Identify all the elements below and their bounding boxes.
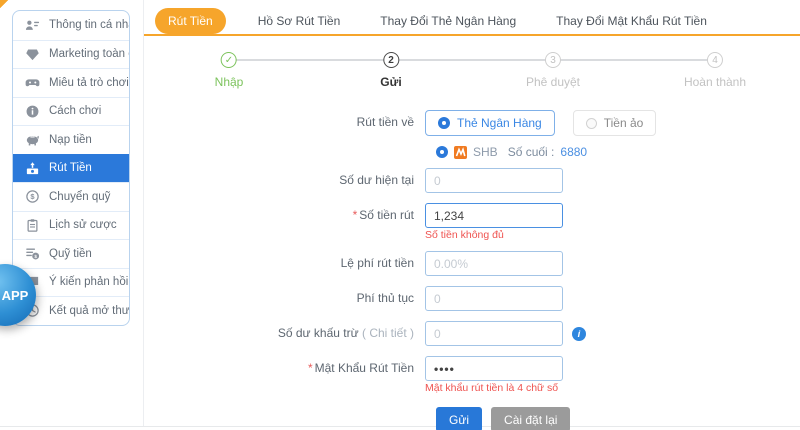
sidebar-item-label: Nạp tiền — [49, 134, 92, 146]
password-hint-message: Mật khẩu rút tiền là 4 chữ số — [425, 383, 563, 394]
bank-name: SHB — [473, 145, 498, 159]
shb-bank-logo-icon — [454, 146, 467, 159]
deduction-balance-label: Số dư khấu trừ ( Chi tiết ) — [144, 321, 425, 346]
withdraw-password-input[interactable] — [425, 356, 563, 381]
current-balance-input[interactable] — [425, 168, 563, 193]
withdrawal-page: Thông tin cá nhân Marketing toàn cầu Miê… — [0, 0, 800, 430]
bank-card-option[interactable]: Thẻ Ngân Hàng — [425, 110, 555, 136]
sidebar-item-label: Miêu tả trò chơi — [49, 77, 129, 89]
sidebar-item-label: Ý kiến phản hồi — [49, 276, 128, 288]
virtual-currency-option-label: Tiền ảo — [604, 116, 644, 130]
amount-error-message: Số tiền không đủ — [425, 230, 563, 241]
step-label: Gửi — [380, 75, 401, 89]
bank-last-digits: 6880 — [560, 145, 587, 159]
svg-text:$: $ — [34, 254, 37, 259]
current-balance-label: Số dư hiện tại — [144, 168, 425, 193]
sidebar-item-label: Chuyển quỹ — [49, 191, 110, 203]
step-complete: 4 Hoàn thành — [684, 52, 746, 89]
sidebar-item-personal-info[interactable]: Thông tin cá nhân — [13, 11, 129, 40]
sidebar-item-label: Lịch sử cược — [49, 219, 117, 231]
handling-fee-label: Phí thủ tục — [144, 286, 425, 311]
step-number: 2 — [383, 52, 399, 68]
deduction-detail-link[interactable]: ( Chi tiết ) — [362, 326, 414, 340]
stepper-track — [235, 59, 709, 61]
tab-change-bank-card[interactable]: Thay Đổi Thẻ Ngân Hàng — [360, 8, 536, 34]
corner-accent — [0, 0, 8, 8]
step-input: ✓ Nhập — [215, 52, 244, 89]
withdraw-to-label: Rút tiền về — [144, 110, 425, 135]
step-approve: 3 Phê duyệt — [526, 52, 580, 89]
withdraw-money-icon — [25, 161, 40, 176]
svg-text:$: $ — [30, 192, 35, 201]
step-check-icon: ✓ — [221, 52, 237, 68]
deduction-balance-row: Số dư khấu trừ ( Chi tiết ) i — [144, 321, 800, 346]
sidebar-item-game-description[interactable]: Miêu tả trò chơi — [13, 68, 129, 97]
sidebar-item-deposit[interactable]: Nạp tiền — [13, 125, 129, 154]
withdraw-password-row: *Mật Khẩu Rút Tiền Mật khẩu rút tiền là … — [144, 356, 800, 394]
sidebar-item-label: Marketing toàn cầu — [49, 48, 130, 60]
deduction-balance-input[interactable] — [425, 321, 563, 346]
sidebar-item-bet-history[interactable]: Lịch sử cược — [13, 211, 129, 240]
main-content: Rút Tiền Hồ Sơ Rút Tiền Thay Đổi Thẻ Ngâ… — [144, 0, 800, 430]
sidebar-item-global-marketing[interactable]: Marketing toàn cầu — [13, 40, 129, 69]
tab-withdraw[interactable]: Rút Tiền — [155, 8, 226, 34]
dollar-circle-icon: $ — [25, 189, 40, 204]
step-label: Nhập — [215, 75, 244, 89]
virtual-currency-option[interactable]: Tiền ảo — [573, 110, 657, 136]
gem-icon — [25, 47, 40, 62]
sidebar-item-label: Kết quả mở thưởng — [49, 305, 130, 317]
sidebar-item-label: Cách chơi — [49, 105, 101, 117]
withdraw-fee-row: Lệ phí rút tiền — [144, 251, 800, 276]
radio-unselected-icon — [586, 118, 597, 129]
submit-button[interactable]: Gửi — [436, 407, 482, 430]
step-submit: 2 Gửi — [380, 52, 401, 89]
bank-last-digits-label: Số cuối : — [508, 145, 555, 159]
required-asterisk: * — [353, 208, 358, 222]
withdraw-to-row: Rút tiền về Thẻ Ngân Hàng Tiền ảo — [144, 110, 800, 136]
step-number: 4 — [707, 52, 723, 68]
step-label: Hoàn thành — [684, 75, 746, 89]
step-number: 3 — [545, 52, 561, 68]
sidebar-item-how-to-play[interactable]: Cách chơi — [13, 97, 129, 126]
withdraw-fee-label: Lệ phí rút tiền — [144, 251, 425, 276]
bank-card-option-label: Thẻ Ngân Hàng — [457, 116, 542, 130]
tab-bar: Rút Tiền Hồ Sơ Rút Tiền Thay Đổi Thẻ Ngâ… — [144, 0, 800, 36]
step-label: Phê duyệt — [526, 75, 580, 89]
bank-radio-selected-icon — [436, 146, 448, 158]
sidebar-item-label: Rút Tiền — [49, 162, 92, 174]
withdraw-amount-input[interactable] — [425, 203, 563, 228]
info-icon — [25, 104, 40, 119]
contact-card-icon — [25, 18, 40, 33]
required-asterisk: * — [308, 361, 313, 375]
withdraw-form: Rút tiền về Thẻ Ngân Hàng Tiền ảo SHB Số… — [144, 110, 800, 430]
bank-card-row[interactable]: SHB Số cuối : 6880 — [436, 145, 800, 159]
withdraw-amount-label: *Số tiền rút — [144, 203, 425, 228]
sidebar-item-funds[interactable]: $ Quỹ tiền — [13, 239, 129, 268]
fund-list-icon: $ — [25, 246, 40, 261]
withdraw-amount-row: *Số tiền rút Số tiền không đủ — [144, 203, 800, 241]
current-balance-row: Số dư hiện tại — [144, 168, 800, 193]
tab-change-withdraw-password[interactable]: Thay Đổi Mật Khẩu Rút Tiền — [536, 8, 727, 34]
clipboard-icon — [25, 218, 40, 233]
handling-fee-input[interactable] — [425, 286, 563, 311]
withdraw-fee-input[interactable] — [425, 251, 563, 276]
piggy-bank-icon — [25, 132, 40, 147]
reset-button[interactable]: Cài đặt lại — [491, 407, 570, 430]
sidebar-item-withdraw[interactable]: Rút Tiền — [13, 154, 129, 183]
form-actions: Gửi Cài đặt lại — [436, 407, 800, 430]
gamepad-icon — [25, 75, 40, 90]
sidebar-item-label: Thông tin cá nhân — [49, 19, 130, 31]
sidebar-item-transfer-funds[interactable]: $ Chuyển quỹ — [13, 182, 129, 211]
tab-withdraw-records[interactable]: Hồ Sơ Rút Tiền — [238, 8, 361, 34]
deduction-info-icon[interactable]: i — [572, 327, 586, 341]
withdraw-password-label: *Mật Khẩu Rút Tiền — [144, 356, 425, 381]
progress-stepper: ✓ Nhập 2 Gửi 3 Phê duyệt 4 Hoàn thành — [229, 52, 715, 98]
app-badge-label: APP — [2, 288, 29, 303]
radio-selected-icon — [438, 117, 450, 129]
handling-fee-row: Phí thủ tục — [144, 286, 800, 311]
sidebar-item-label: Quỹ tiền — [49, 248, 92, 260]
